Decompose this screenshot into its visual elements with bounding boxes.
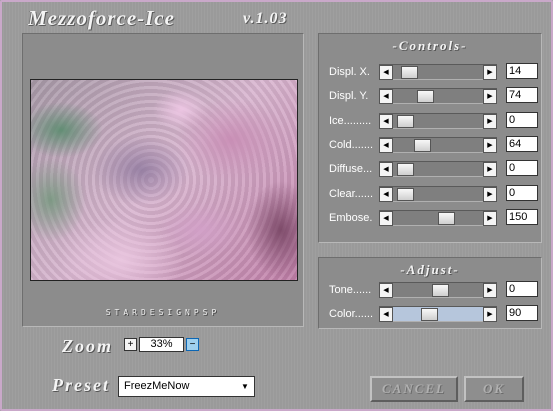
slider-label: Ice......... bbox=[329, 114, 372, 127]
chevron-down-icon[interactable]: ▼ bbox=[236, 377, 254, 396]
triangle-left-icon[interactable]: ◀ bbox=[379, 162, 393, 178]
signature-text: STARDESIGNPSP bbox=[105, 308, 221, 317]
preset-dropdown[interactable]: FreezMeNow ▼ bbox=[118, 376, 255, 397]
slider-row: Tone...... ◀ ▶ 0 bbox=[319, 281, 541, 299]
slider-thumb[interactable] bbox=[397, 163, 414, 177]
slider-label: Color...... bbox=[329, 308, 374, 320]
preset-selected-value: FreezMeNow bbox=[124, 380, 190, 392]
slider-row: Clear...... ◀ ▶ 0 bbox=[319, 184, 541, 203]
slider-value-field[interactable]: 0 bbox=[506, 160, 538, 177]
slider-row: Diffuse... ◀ ▶ 0 bbox=[319, 160, 541, 178]
slider-value-field[interactable]: 150 bbox=[506, 208, 538, 225]
slider-row: Displ. X. ◀ ▶ 14 bbox=[319, 63, 541, 81]
zoom-label: Zoom bbox=[62, 336, 113, 356]
slider-track[interactable]: ◀ ▶ bbox=[379, 209, 497, 226]
adjust-header: -Adjust- bbox=[400, 262, 460, 277]
triangle-left-icon[interactable]: ◀ bbox=[379, 113, 393, 129]
triangle-left-icon[interactable]: ◀ bbox=[379, 65, 393, 80]
slider-thumb[interactable] bbox=[432, 284, 449, 297]
slider-thumb[interactable] bbox=[421, 308, 438, 321]
slider-track[interactable]: ◀ ▶ bbox=[379, 88, 497, 105]
triangle-right-icon[interactable]: ▶ bbox=[483, 89, 497, 105]
triangle-right-icon[interactable]: ▶ bbox=[483, 65, 497, 80]
triangle-left-icon[interactable]: ◀ bbox=[379, 307, 393, 322]
slider-track[interactable]: ◀ ▶ bbox=[379, 282, 497, 298]
slider-row: Cold....... ◀ ▶ 64 bbox=[319, 135, 541, 154]
triangle-right-icon[interactable]: ▶ bbox=[483, 137, 497, 153]
slider-label: Diffuse... bbox=[329, 163, 373, 176]
slider-row: Color...... ◀ ▶ 90 bbox=[319, 305, 541, 323]
slider-track[interactable]: ◀ ▶ bbox=[379, 64, 497, 80]
zoom-value: 33% bbox=[139, 337, 184, 352]
slider-track[interactable]: ◀ ▶ bbox=[379, 136, 497, 153]
zoom-in-button[interactable]: + bbox=[124, 338, 137, 351]
triangle-right-icon[interactable]: ▶ bbox=[483, 307, 497, 322]
slider-thumb[interactable] bbox=[414, 138, 431, 152]
slider-label: Embose. bbox=[329, 211, 373, 224]
slider-track[interactable]: ◀ ▶ bbox=[379, 185, 497, 202]
preset-label: Preset bbox=[52, 375, 110, 395]
slider-thumb[interactable] bbox=[438, 211, 455, 225]
triangle-right-icon[interactable]: ▶ bbox=[483, 283, 497, 298]
triangle-right-icon[interactable]: ▶ bbox=[483, 210, 497, 226]
controls-header: -Controls- bbox=[392, 38, 468, 53]
plugin-version: v.1.03 bbox=[243, 10, 288, 27]
slider-label: Cold....... bbox=[329, 138, 374, 151]
controls-panel: -Controls- Displ. X. ◀ ▶ 14 Displ. Y. ◀ ▶ 74 Ice… bbox=[318, 33, 542, 243]
slider-value-field[interactable]: 0 bbox=[506, 111, 538, 128]
slider-value-field[interactable]: 0 bbox=[506, 184, 538, 201]
slider-row: Embose. ◀ ▶ 150 bbox=[319, 208, 541, 227]
slider-label: Displ. Y. bbox=[329, 90, 369, 103]
slider-row: Ice......... ◀ ▶ 0 bbox=[319, 111, 541, 130]
zoom-out-button[interactable]: − bbox=[186, 338, 199, 351]
slider-thumb[interactable] bbox=[397, 187, 414, 201]
ok-button[interactable]: OK bbox=[464, 376, 524, 402]
slider-value-field[interactable]: 64 bbox=[506, 135, 538, 152]
triangle-left-icon[interactable]: ◀ bbox=[379, 283, 393, 298]
triangle-right-icon[interactable]: ▶ bbox=[483, 162, 497, 178]
slider-value-field[interactable]: 14 bbox=[506, 63, 538, 79]
triangle-left-icon[interactable]: ◀ bbox=[379, 210, 393, 226]
preview-image[interactable] bbox=[30, 79, 298, 281]
slider-thumb[interactable] bbox=[417, 90, 434, 104]
slider-track[interactable]: ◀ ▶ bbox=[379, 306, 497, 322]
cancel-button[interactable]: CANCEL bbox=[370, 376, 458, 402]
triangle-right-icon[interactable]: ▶ bbox=[483, 186, 497, 202]
slider-track[interactable]: ◀ ▶ bbox=[379, 161, 497, 178]
slider-value-field[interactable]: 90 bbox=[506, 305, 538, 321]
triangle-left-icon[interactable]: ◀ bbox=[379, 137, 393, 153]
slider-value-field[interactable]: 74 bbox=[506, 87, 538, 104]
slider-thumb[interactable] bbox=[401, 66, 418, 79]
slider-label: Tone...... bbox=[329, 284, 372, 296]
slider-track[interactable]: ◀ ▶ bbox=[379, 112, 497, 129]
adjust-panel: -Adjust- Tone...... ◀ ▶ 0 Color...... ◀ ▶ 90 bbox=[318, 257, 542, 329]
slider-thumb[interactable] bbox=[397, 114, 414, 128]
slider-value-field[interactable]: 0 bbox=[506, 281, 538, 297]
plugin-title: Mezzoforce-Ice bbox=[28, 6, 175, 30]
slider-label: Displ. X. bbox=[329, 66, 370, 78]
triangle-left-icon[interactable]: ◀ bbox=[379, 89, 393, 105]
triangle-left-icon[interactable]: ◀ bbox=[379, 186, 393, 202]
preview-panel: STARDESIGNPSP bbox=[22, 33, 304, 327]
slider-label: Clear...... bbox=[329, 187, 374, 200]
triangle-right-icon[interactable]: ▶ bbox=[483, 113, 497, 129]
slider-row: Displ. Y. ◀ ▶ 74 bbox=[319, 87, 541, 105]
